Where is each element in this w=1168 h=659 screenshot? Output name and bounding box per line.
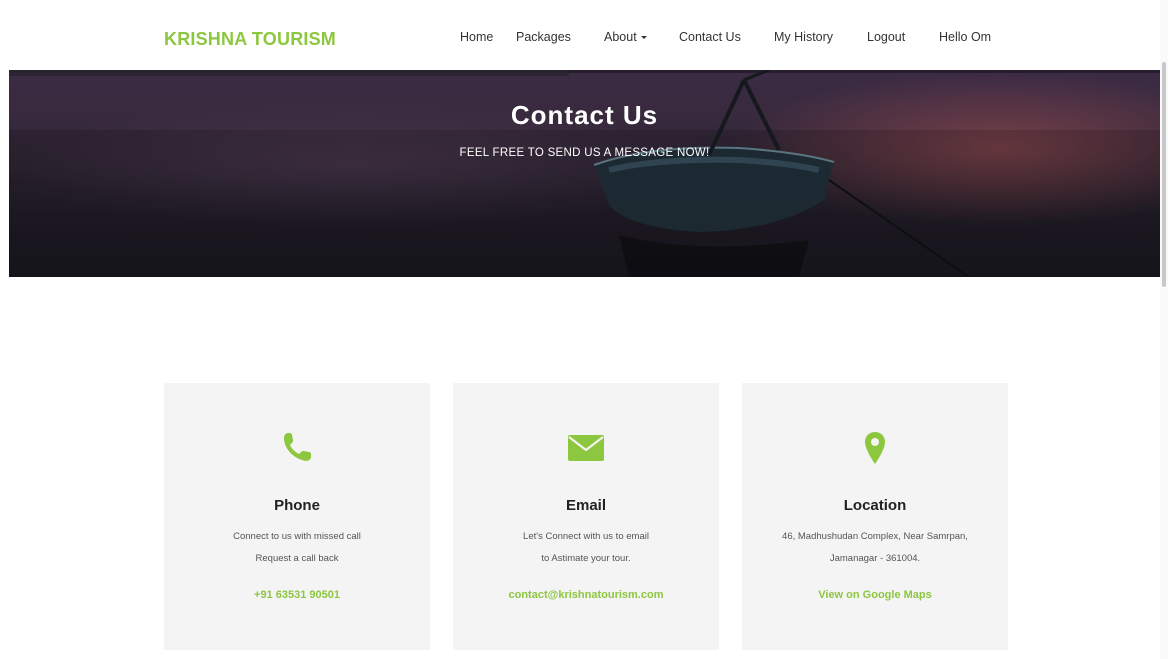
card-description-line-2: Jamanagar - 361004. bbox=[829, 553, 921, 564]
card-description-line-1: 46, Madhushudan Complex, Near Samrpan, bbox=[782, 531, 968, 542]
nav-about[interactable]: About bbox=[604, 30, 647, 44]
card-description-line-1: Connect to us with missed call bbox=[233, 531, 361, 542]
card-title: Location bbox=[843, 497, 907, 514]
caret-down-icon bbox=[640, 36, 647, 39]
nav-history[interactable]: My History bbox=[774, 30, 833, 44]
google-maps-link[interactable]: View on Google Maps bbox=[742, 589, 1008, 601]
distant-shore bbox=[9, 70, 569, 76]
top-navbar: KRISHNA TOURISM Home Packages About Cont… bbox=[0, 0, 1160, 70]
contact-card-phone: Phone Connect to us with missed call Req… bbox=[164, 383, 430, 650]
hero-subtitle: FEEL FREE TO SEND US A MESSAGE NOW! bbox=[459, 147, 710, 159]
card-title: Email bbox=[565, 497, 607, 514]
scrollbar-thumb[interactable] bbox=[1162, 62, 1166, 287]
map-pin-icon bbox=[742, 431, 1008, 465]
envelope-icon bbox=[453, 431, 719, 465]
contact-card-location: Location 46, Madhushudan Complex, Near S… bbox=[742, 383, 1008, 650]
nav-user-greeting[interactable]: Hello Om bbox=[939, 30, 991, 44]
nav-packages[interactable]: Packages bbox=[516, 30, 571, 44]
hero-title: Contact Us bbox=[510, 100, 659, 130]
phone-number-link[interactable]: +91 63531 90501 bbox=[164, 589, 430, 601]
hero-banner: Contact Us FEEL FREE TO SEND US A MESSAG… bbox=[9, 70, 1160, 277]
card-description-line-1: Let's Connect with us to email bbox=[523, 531, 649, 542]
nav-about-label: About bbox=[604, 30, 637, 44]
page-scrollbar[interactable] bbox=[1160, 0, 1168, 659]
nav-logout[interactable]: Logout bbox=[867, 30, 905, 44]
nav-menu: Home Packages About Contact Us My Histor… bbox=[0, 30, 1160, 48]
email-link[interactable]: contact@krishnatourism.com bbox=[453, 589, 719, 601]
phone-icon bbox=[164, 431, 430, 465]
nav-contact[interactable]: Contact Us bbox=[679, 30, 741, 44]
nav-home[interactable]: Home bbox=[460, 30, 493, 44]
contact-card-email: Email Let's Connect with us to email to … bbox=[453, 383, 719, 650]
card-description-line-2: Request a call back bbox=[255, 553, 339, 564]
card-title: Phone bbox=[274, 497, 320, 514]
card-description-line-2: to Astimate your tour. bbox=[541, 553, 631, 564]
